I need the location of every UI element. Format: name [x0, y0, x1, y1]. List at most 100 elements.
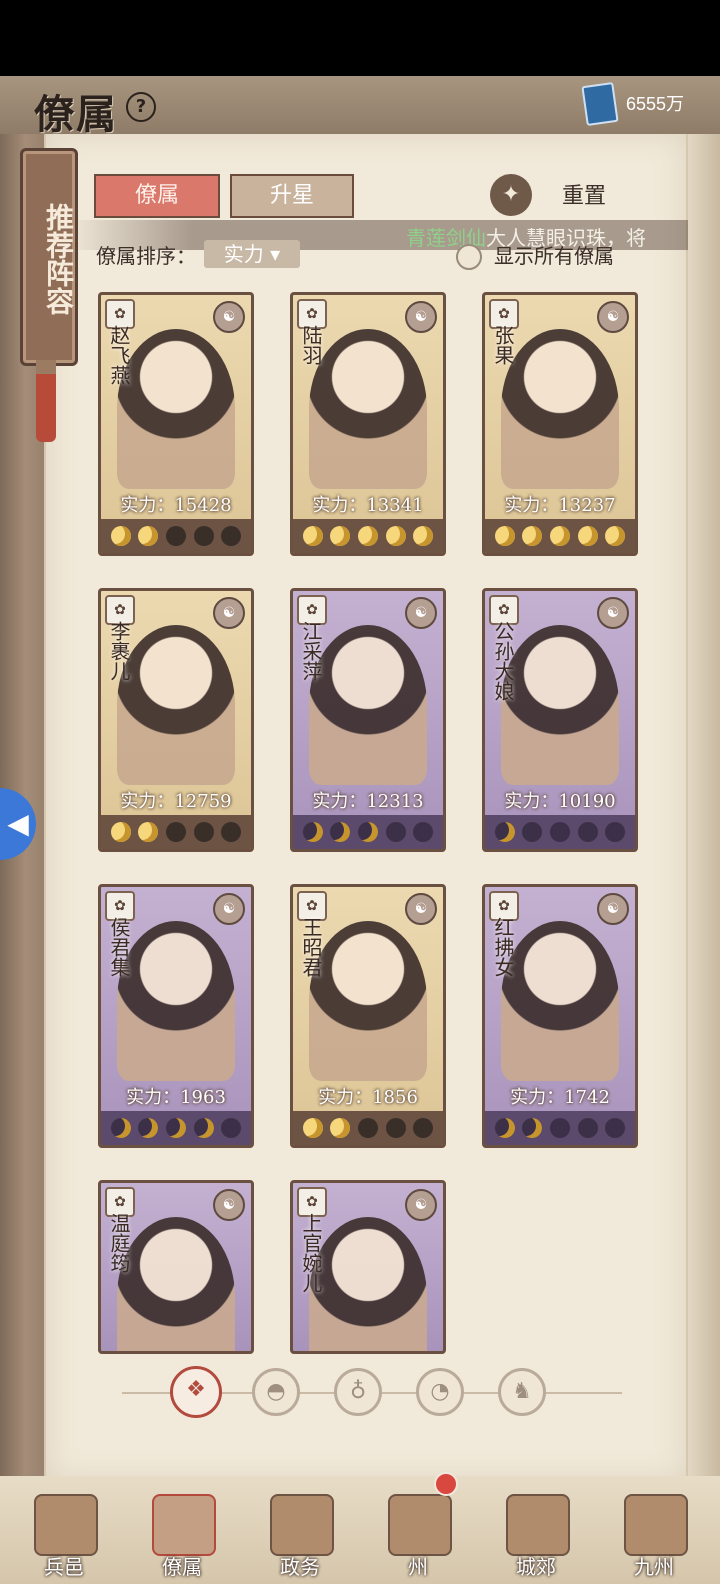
moon-star-filled-icon	[138, 822, 159, 842]
filter-gourd-icon[interactable]: ♁	[334, 1368, 382, 1416]
role-icon: ☯	[597, 597, 629, 629]
nav-subordinates[interactable]: 僚属	[132, 1476, 232, 1584]
show-all-label: 显示所有僚属	[494, 244, 614, 268]
character-portrait	[309, 625, 427, 785]
character-portrait	[501, 921, 619, 1081]
moon-star-filled-icon	[302, 822, 323, 842]
moon-star-empty-icon	[221, 526, 242, 546]
character-name: 公孙大娘	[491, 621, 515, 701]
filter-bell-icon[interactable]: ◓	[252, 1368, 300, 1416]
subordinate-card[interactable]: ✿ ☯ 红拂女 实力：1742	[482, 884, 638, 1148]
moon-star-filled-icon	[385, 526, 406, 546]
power-value: 实力：1963	[101, 1083, 251, 1109]
character-portrait	[309, 1217, 427, 1351]
moon-star-empty-icon	[549, 1118, 570, 1138]
power-number: 10190	[558, 791, 616, 812]
character-name: 红拂女	[491, 917, 515, 977]
role-icon: ☯	[405, 597, 437, 629]
character-portrait	[501, 625, 619, 785]
power-prefix: 实力：	[312, 495, 367, 516]
character-name: 陆羽	[299, 325, 323, 365]
subordinate-card[interactable]: ✿ ☯ 李裹儿 实力：12759	[98, 588, 254, 852]
barracks-icon	[34, 1494, 98, 1556]
star-rating	[485, 1111, 635, 1145]
power-prefix: 实力：	[120, 495, 175, 516]
moon-star-empty-icon	[221, 1118, 242, 1138]
subordinate-card[interactable]: ✿ ☯ 陆羽 实力：13341	[290, 292, 446, 556]
tab-star-up[interactable]: 升星	[230, 174, 354, 218]
nav-prefecture[interactable]: 州	[368, 1472, 468, 1584]
moon-star-empty-icon	[522, 822, 543, 842]
currency-value: 6555万	[626, 94, 685, 114]
star-rating	[101, 519, 251, 553]
power-value: 实力：15428	[101, 491, 251, 517]
moon-star-filled-icon	[138, 526, 159, 546]
character-name: 江采萍	[299, 621, 323, 681]
notification-dot	[434, 1472, 458, 1496]
character-portrait	[117, 329, 235, 489]
power-prefix: 实力：	[312, 791, 367, 812]
prefecture-icon	[388, 1494, 452, 1556]
character-name: 赵飞燕	[107, 325, 131, 385]
power-number: 1963	[180, 1087, 226, 1108]
character-portrait	[117, 625, 235, 785]
power-value: 实力：1742	[485, 1083, 635, 1109]
power-value: 实力：13237	[485, 491, 635, 517]
nav-nine-provinces-label: 九州	[634, 1555, 674, 1579]
moon-star-empty-icon	[165, 822, 186, 842]
moon-star-filled-icon	[357, 822, 378, 842]
role-icon: ☯	[213, 1189, 245, 1221]
subordinate-card[interactable]: ✿ ☯ 江采萍 实力：12313	[290, 588, 446, 852]
moon-star-empty-icon	[413, 822, 434, 842]
moon-star-empty-icon	[413, 1118, 434, 1138]
subordinate-card[interactable]: ✿ ☯ 上官婉儿	[290, 1180, 446, 1354]
subordinate-card[interactable]: ✿ ☯ 王昭君 实力：1856	[290, 884, 446, 1148]
role-icon: ☯	[597, 893, 629, 925]
subordinate-card[interactable]: ✿ ☯ 侯君集 实力：1963	[98, 884, 254, 1148]
moon-star-empty-icon	[193, 526, 214, 546]
map-scroll-icon	[624, 1494, 688, 1556]
star-rating	[293, 815, 443, 849]
star-rating	[485, 519, 635, 553]
tab-subordinates[interactable]: 僚属	[94, 174, 220, 218]
nav-affairs[interactable]: 政务	[250, 1476, 350, 1584]
nav-barracks[interactable]: 兵邑	[14, 1476, 114, 1584]
star-rating	[101, 1111, 251, 1145]
character-name: 侯君集	[107, 917, 131, 977]
moon-star-filled-icon	[522, 1118, 543, 1138]
moon-star-filled-icon	[330, 526, 351, 546]
moon-star-filled-icon	[330, 1118, 351, 1138]
nav-nine-provinces[interactable]: 九州	[604, 1476, 704, 1584]
moon-star-filled-icon	[605, 526, 626, 546]
moon-star-filled-icon	[549, 526, 570, 546]
moon-star-empty-icon	[577, 822, 598, 842]
moon-star-empty-icon	[385, 1118, 406, 1138]
sort-dropdown[interactable]: 实力 ▾	[204, 240, 300, 268]
show-all-radio[interactable]	[456, 244, 482, 270]
power-prefix: 实力：	[120, 791, 175, 812]
filter-beast-icon[interactable]: ♞	[498, 1368, 546, 1416]
nav-suburbs-label: 城郊	[516, 1555, 556, 1579]
nav-barracks-label: 兵邑	[44, 1555, 84, 1579]
filter-fan-icon[interactable]: ◔	[416, 1368, 464, 1416]
subordinate-card[interactable]: ✿ ☯ 温庭筠	[98, 1180, 254, 1354]
character-name: 张果	[491, 325, 515, 365]
moon-star-filled-icon	[138, 1118, 159, 1138]
moon-star-empty-icon	[165, 526, 186, 546]
subordinate-card[interactable]: ✿ ☯ 赵飞燕 实力：15428	[98, 292, 254, 556]
subordinate-card[interactable]: ✿ ☯ 公孙大娘 实力：10190	[482, 588, 638, 852]
help-icon[interactable]: ?	[126, 92, 156, 122]
role-icon: ☯	[405, 301, 437, 333]
reset-button[interactable]: ✦ 重置	[490, 174, 640, 216]
star-rating	[101, 815, 251, 849]
star-rating	[293, 519, 443, 553]
moon-star-filled-icon	[413, 526, 434, 546]
recommended-lineup-banner[interactable]: 推荐阵容	[20, 148, 78, 366]
nav-suburbs[interactable]: 城郊	[486, 1476, 586, 1584]
moon-star-empty-icon	[385, 822, 406, 842]
moon-star-filled-icon	[330, 822, 351, 842]
filter-all-icon[interactable]: ❖	[170, 1366, 222, 1418]
subordinate-card[interactable]: ✿ ☯ 张果 实力：13237	[482, 292, 638, 556]
moon-star-empty-icon	[193, 822, 214, 842]
star-rating	[293, 1111, 443, 1145]
